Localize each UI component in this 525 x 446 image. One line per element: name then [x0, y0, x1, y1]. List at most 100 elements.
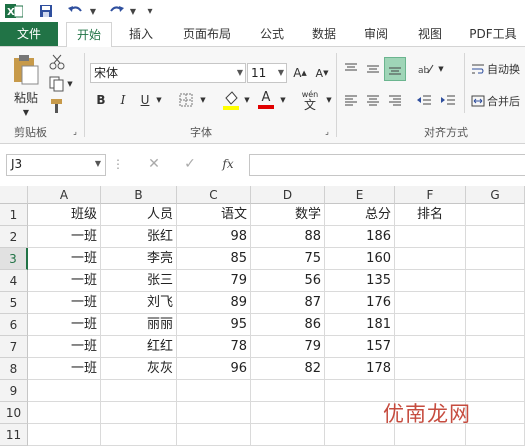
borders-icon[interactable] — [176, 91, 196, 109]
cell-g11[interactable] — [466, 424, 525, 446]
cell-f2[interactable] — [395, 226, 466, 248]
merge-center-icon[interactable] — [470, 93, 486, 109]
wrap-text-icon[interactable] — [470, 61, 486, 77]
cell-b8[interactable]: 灰灰 — [101, 358, 177, 380]
cell-c6[interactable]: 95 — [177, 314, 251, 336]
tab-insert[interactable]: 插入 — [120, 22, 162, 46]
chevron-down-icon[interactable]: ▼ — [237, 64, 243, 82]
decrease-font-size-icon[interactable]: A ▼ — [312, 63, 332, 83]
row-header-6[interactable]: 6 — [0, 314, 28, 336]
cell-f6[interactable] — [395, 314, 466, 336]
cell-g7[interactable] — [466, 336, 525, 358]
customize-qat-icon[interactable]: ▾ — [144, 2, 156, 20]
font-color-icon[interactable]: A — [256, 89, 276, 111]
cell-b3[interactable]: 李亮 — [101, 248, 177, 270]
underline-button[interactable]: U — [136, 91, 154, 109]
cell-e4[interactable]: 135 — [325, 270, 395, 292]
cancel-icon[interactable]: ✕ — [144, 156, 164, 172]
column-header-c[interactable]: C — [177, 186, 251, 204]
cell-g8[interactable] — [466, 358, 525, 380]
tab-view[interactable]: 视图 — [410, 22, 450, 46]
underline-dropdown-icon[interactable]: ▼ — [154, 91, 164, 109]
insert-function-icon[interactable]: fx — [216, 156, 240, 172]
decrease-indent-icon[interactable] — [414, 91, 434, 109]
align-center-icon[interactable] — [364, 91, 382, 109]
cell-g5[interactable] — [466, 292, 525, 314]
row-header-2[interactable]: 2 — [0, 226, 28, 248]
align-right-icon[interactable] — [386, 91, 404, 109]
cell-d9[interactable] — [251, 380, 325, 402]
cell-f8[interactable] — [395, 358, 466, 380]
undo-icon[interactable] — [64, 2, 86, 20]
top-align-icon[interactable] — [342, 59, 360, 79]
row-header-10[interactable]: 10 — [0, 402, 28, 424]
increase-indent-icon[interactable] — [438, 91, 458, 109]
cell-e7[interactable]: 157 — [325, 336, 395, 358]
cell-g3[interactable] — [466, 248, 525, 270]
cell-g4[interactable] — [466, 270, 525, 292]
cell-b6[interactable]: 丽丽 — [101, 314, 177, 336]
bottom-align-icon[interactable] — [384, 57, 406, 81]
chevron-down-icon[interactable]: ▼ — [95, 159, 101, 168]
cell-d1[interactable]: 数学 — [251, 204, 325, 226]
cell-b9[interactable] — [101, 380, 177, 402]
cell-e3[interactable]: 160 — [325, 248, 395, 270]
orientation-dropdown-icon[interactable]: ▼ — [436, 61, 446, 77]
row-header-7[interactable]: 7 — [0, 336, 28, 358]
borders-dropdown-icon[interactable]: ▼ — [198, 91, 208, 109]
cell-a5[interactable]: 一班 — [28, 292, 101, 314]
increase-font-size-icon[interactable]: A ▲ — [290, 63, 310, 83]
phonetic-dropdown-icon[interactable]: ▼ — [324, 91, 334, 109]
orientation-icon[interactable]: ab — [416, 59, 436, 79]
cell-a6[interactable]: 一班 — [28, 314, 101, 336]
cell-g9[interactable] — [466, 380, 525, 402]
tab-file[interactable]: 文件 — [0, 22, 58, 46]
fill-color-dropdown-icon[interactable]: ▼ — [242, 91, 252, 109]
column-header-f[interactable]: F — [395, 186, 466, 204]
cell-c2[interactable]: 98 — [177, 226, 251, 248]
copy-icon[interactable] — [46, 75, 68, 93]
cell-a10[interactable] — [28, 402, 101, 424]
cell-a2[interactable]: 一班 — [28, 226, 101, 248]
cut-icon[interactable] — [46, 53, 68, 71]
cell-d6[interactable]: 86 — [251, 314, 325, 336]
tab-pdf-tools[interactable]: PDF工具 — [462, 22, 524, 46]
cell-d3[interactable]: 75 — [251, 248, 325, 270]
cell-d5[interactable]: 87 — [251, 292, 325, 314]
row-header-8[interactable]: 8 — [0, 358, 28, 380]
cell-d7[interactable]: 79 — [251, 336, 325, 358]
cell-c5[interactable]: 89 — [177, 292, 251, 314]
cell-g6[interactable] — [466, 314, 525, 336]
cell-c9[interactable] — [177, 380, 251, 402]
cell-a9[interactable] — [28, 380, 101, 402]
cell-b7[interactable]: 红红 — [101, 336, 177, 358]
font-launcher-icon[interactable]: ⌟ — [322, 126, 332, 136]
italic-button[interactable]: I — [114, 91, 132, 109]
row-header-4[interactable]: 4 — [0, 270, 28, 292]
cell-d2[interactable]: 88 — [251, 226, 325, 248]
formula-input[interactable] — [249, 154, 525, 176]
cell-c11[interactable] — [177, 424, 251, 446]
column-header-e[interactable]: E — [325, 186, 395, 204]
font-size-combo[interactable]: 11 ▼ — [247, 63, 287, 83]
cell-d8[interactable]: 82 — [251, 358, 325, 380]
tab-data[interactable]: 数据 — [304, 22, 344, 46]
paste-button[interactable]: 粘贴 — [8, 89, 44, 105]
cell-g1[interactable] — [466, 204, 525, 226]
cell-e1[interactable]: 总分 — [325, 204, 395, 226]
cell-b5[interactable]: 刘飞 — [101, 292, 177, 314]
row-header-9[interactable]: 9 — [0, 380, 28, 402]
cell-c1[interactable]: 语文 — [177, 204, 251, 226]
cell-e6[interactable]: 181 — [325, 314, 395, 336]
cell-d4[interactable]: 56 — [251, 270, 325, 292]
cell-b1[interactable]: 人员 — [101, 204, 177, 226]
font-name-combo[interactable]: 宋体 ▼ — [90, 63, 246, 83]
format-painter-icon[interactable] — [46, 97, 68, 115]
chevron-down-icon[interactable]: ▼ — [278, 64, 284, 82]
cell-f5[interactable] — [395, 292, 466, 314]
middle-align-icon[interactable] — [364, 59, 382, 79]
tab-home[interactable]: 开始 — [66, 22, 112, 48]
enter-icon[interactable]: ✓ — [180, 156, 200, 172]
column-header-g[interactable]: G — [466, 186, 525, 204]
cell-c10[interactable] — [177, 402, 251, 424]
